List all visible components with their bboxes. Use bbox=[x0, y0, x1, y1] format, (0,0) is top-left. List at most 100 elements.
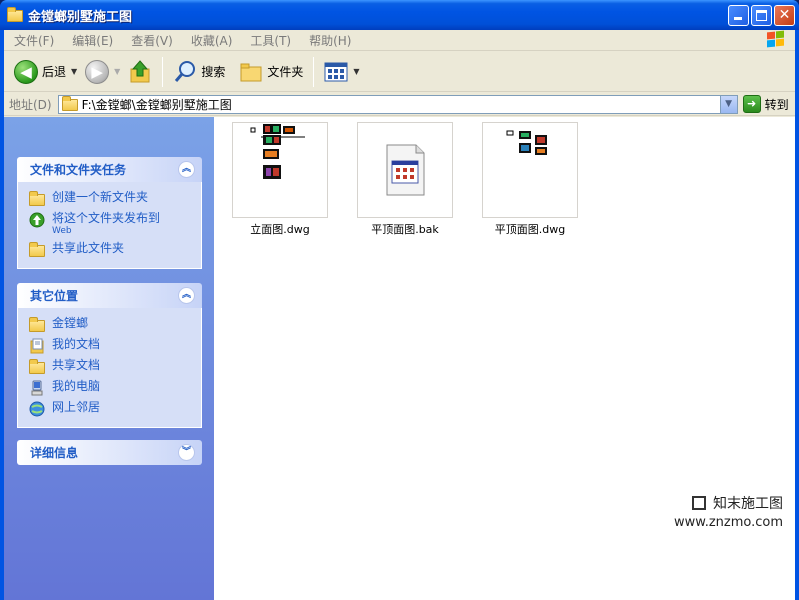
panel-title: 详细信息 bbox=[30, 446, 79, 460]
file-name: 平顶面图.bak bbox=[371, 223, 439, 236]
panel-title: 其它位置 bbox=[30, 289, 79, 303]
place-label: 共享文档 bbox=[52, 358, 101, 372]
watermark-en: www.znzmo.com bbox=[673, 515, 783, 530]
file-item[interactable]: 平顶面图.bak bbox=[345, 122, 465, 237]
place-label: 我的电脑 bbox=[52, 379, 101, 393]
go-button[interactable]: ➜ 转到 bbox=[742, 95, 789, 113]
file-tasks-body: 创建一个新文件夹 将这个文件夹发布到 Web 共享此文件夹 bbox=[17, 182, 202, 269]
search-button[interactable]: 搜索 bbox=[169, 56, 229, 88]
folder-icon bbox=[7, 7, 23, 22]
up-folder-button[interactable] bbox=[124, 56, 156, 88]
network-icon bbox=[29, 401, 45, 417]
menu-favorites[interactable]: 收藏(A) bbox=[185, 32, 239, 49]
folder-icon bbox=[29, 317, 45, 333]
file-tasks-header[interactable]: 文件和文件夹任务 ︽ bbox=[17, 157, 202, 182]
dwg-thumbnail bbox=[232, 122, 328, 218]
window-title: 金镗螂别墅施工图 bbox=[28, 9, 133, 25]
my-computer-icon bbox=[29, 380, 45, 396]
expand-icon[interactable]: ︾ bbox=[178, 444, 195, 461]
folder-icon bbox=[29, 359, 45, 375]
task-label: 创建一个新文件夹 bbox=[52, 190, 149, 204]
menu-tools[interactable]: 工具(T) bbox=[244, 32, 297, 49]
menu-bar: 文件(F) 编辑(E) 查看(V) 收藏(A) 工具(T) 帮助(H) bbox=[4, 30, 795, 51]
publish-web-icon bbox=[29, 212, 45, 228]
new-folder-icon bbox=[29, 191, 45, 207]
go-label: 转到 bbox=[764, 97, 789, 112]
details-header[interactable]: 详细信息 ︾ bbox=[17, 440, 202, 465]
address-value: F:\金镗螂\金镗螂别墅施工图 bbox=[81, 97, 232, 112]
back-dropdown-icon[interactable]: ▼ bbox=[71, 67, 77, 76]
forward-button[interactable]: ▶ ▼ bbox=[81, 56, 124, 88]
place-parent-folder[interactable]: 金镗螂 bbox=[29, 316, 193, 333]
file-item[interactable]: 平顶面图.dwg bbox=[470, 122, 590, 237]
place-my-computer[interactable]: 我的电脑 bbox=[29, 379, 193, 396]
explorer-window: 金镗螂别墅施工图 ✕ 文件(F) 编辑(E) 查看(V) 收藏(A) 工具(T)… bbox=[0, 0, 799, 600]
folders-button[interactable]: 文件夹 bbox=[235, 56, 307, 88]
file-view: 立面图.dwg 平顶面图.bak 平顶面图.dwg 知末施工图 www.znzm… bbox=[214, 117, 795, 600]
panel-title: 文件和文件夹任务 bbox=[30, 163, 127, 177]
views-icon bbox=[324, 62, 348, 81]
task-label: 共享此文件夹 bbox=[52, 241, 125, 255]
views-button[interactable]: ▼ bbox=[320, 56, 363, 88]
toolbar-separator bbox=[313, 56, 315, 87]
window-body: 文件(F) 编辑(E) 查看(V) 收藏(A) 工具(T) 帮助(H) ◀ 后退… bbox=[4, 30, 795, 600]
menu-file[interactable]: 文件(F) bbox=[8, 32, 60, 49]
forward-arrow-icon: ▶ bbox=[85, 59, 110, 84]
back-arrow-icon: ◀ bbox=[14, 59, 38, 84]
folders-icon bbox=[240, 63, 262, 81]
views-dropdown-icon[interactable]: ▼ bbox=[353, 67, 359, 76]
watermark-cn-row: 知末施工图 bbox=[674, 493, 783, 513]
search-icon bbox=[175, 60, 196, 82]
menu-view[interactable]: 查看(V) bbox=[125, 32, 179, 49]
up-folder-icon bbox=[130, 59, 150, 82]
file-item[interactable]: 立面图.dwg bbox=[220, 122, 340, 237]
task-pane: 文件和文件夹任务 ︽ 创建一个新文件夹 将这个文件夹发布到 Web 共享此文件夹… bbox=[4, 117, 214, 600]
maximize-button[interactable] bbox=[751, 5, 772, 26]
close-button[interactable]: ✕ bbox=[774, 5, 795, 26]
place-shared-documents[interactable]: 共享文档 bbox=[29, 358, 193, 375]
task-share-folder[interactable]: 共享此文件夹 bbox=[29, 241, 193, 258]
share-folder-icon bbox=[29, 242, 45, 258]
toolbar: ◀ 后退 ▼ ▶ ▼ 搜索 文件夹 ▼ bbox=[4, 52, 795, 92]
place-label: 网上邻居 bbox=[52, 400, 101, 414]
dwg-thumbnail bbox=[482, 122, 578, 218]
address-label: 地址(D) bbox=[9, 97, 52, 112]
other-places-body: 金镗螂 我的文档 共享文档 我的电脑 网上邻居 bbox=[17, 308, 202, 428]
minimize-button[interactable] bbox=[728, 5, 749, 26]
address-input[interactable]: F:\金镗螂\金镗螂别墅施工图 ▼ bbox=[57, 94, 738, 114]
folder-icon bbox=[61, 96, 78, 111]
task-label-wrap: 将这个文件夹发布到 Web bbox=[52, 211, 160, 237]
back-label: 后退 bbox=[42, 65, 67, 79]
task-sublabel: Web bbox=[52, 226, 72, 236]
address-bar: 地址(D) F:\金镗螂\金镗螂别墅施工图 ▼ ➜ 转到 bbox=[4, 93, 795, 116]
window-controls: ✕ bbox=[728, 5, 795, 26]
address-dropdown-icon[interactable]: ▼ bbox=[719, 95, 737, 113]
back-button[interactable]: ◀ 后退 ▼ bbox=[10, 56, 81, 88]
unknown-file-icon bbox=[357, 122, 453, 218]
collapse-icon[interactable]: ︽ bbox=[178, 287, 195, 304]
place-label: 我的文档 bbox=[52, 337, 101, 351]
task-label: 将这个文件夹发布到 bbox=[52, 211, 161, 225]
task-publish-web[interactable]: 将这个文件夹发布到 Web bbox=[29, 211, 193, 237]
close-icon: ✕ bbox=[778, 7, 791, 23]
watermark: 知末施工图 www.znzmo.com bbox=[674, 493, 783, 530]
forward-dropdown-icon[interactable]: ▼ bbox=[114, 67, 120, 76]
task-new-folder[interactable]: 创建一个新文件夹 bbox=[29, 190, 193, 207]
file-tasks-panel: 文件和文件夹任务 ︽ 创建一个新文件夹 将这个文件夹发布到 Web 共享此文件夹 bbox=[17, 157, 202, 269]
menu-edit[interactable]: 编辑(E) bbox=[66, 32, 119, 49]
toolbar-separator bbox=[162, 56, 164, 87]
go-arrow-icon: ➜ bbox=[742, 95, 761, 113]
place-label: 金镗螂 bbox=[52, 316, 89, 330]
search-label: 搜索 bbox=[201, 65, 226, 79]
menu-help[interactable]: 帮助(H) bbox=[303, 32, 357, 49]
znzmo-logo-icon bbox=[692, 496, 706, 510]
other-places-header[interactable]: 其它位置 ︽ bbox=[17, 283, 202, 308]
file-name: 立面图.dwg bbox=[250, 223, 310, 236]
place-network[interactable]: 网上邻居 bbox=[29, 400, 193, 417]
windows-logo-icon bbox=[765, 30, 787, 50]
collapse-icon[interactable]: ︽ bbox=[178, 161, 195, 178]
watermark-cn: 知末施工图 bbox=[713, 496, 783, 512]
details-panel: 详细信息 ︾ bbox=[17, 440, 202, 465]
place-my-documents[interactable]: 我的文档 bbox=[29, 337, 193, 354]
title-bar[interactable]: 金镗螂别墅施工图 ✕ bbox=[0, 0, 799, 30]
